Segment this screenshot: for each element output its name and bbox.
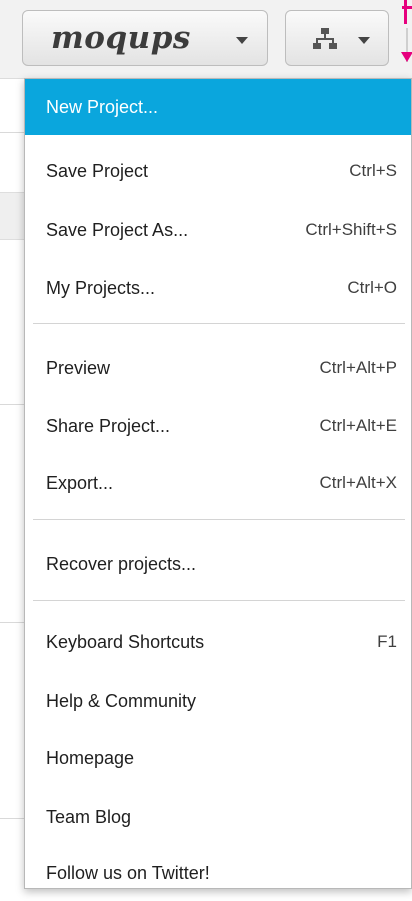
menu-item-label: Follow us on Twitter! — [46, 862, 210, 883]
menu-item-label: Export... — [46, 472, 114, 493]
menu-item-label: Help & Community — [46, 690, 197, 711]
menu-item-label: Save Project As... — [46, 219, 189, 240]
menu-item-keyboard-shortcuts[interactable]: Keyboard Shortcuts F1 — [25, 614, 411, 670]
annotation-marker — [402, 6, 412, 9]
menu-item-label: Team Blog — [46, 806, 132, 827]
menu-item-label: New Project... — [46, 96, 159, 117]
menu-item-label: Save Project — [46, 160, 149, 181]
menu-item-label: Share Project... — [46, 415, 171, 436]
background-divider — [0, 622, 24, 623]
menu-item-export[interactable]: Export... Ctrl+Alt+X — [25, 455, 411, 511]
menu-item-label: Homepage — [46, 747, 135, 768]
menu-item-homepage[interactable]: Homepage — [25, 730, 411, 786]
menu-item-team-blog[interactable]: Team Blog — [25, 789, 411, 845]
main-menu-button[interactable]: moqups — [22, 10, 268, 66]
background-divider — [0, 818, 24, 819]
annotation-marker — [404, 0, 407, 24]
menu-item-shortcut: Ctrl+Alt+P — [319, 358, 397, 377]
project-dropdown-menu: New Project... Save Project Ctrl+S Save … — [24, 78, 412, 889]
background-divider — [0, 132, 24, 133]
menu-item-follow-twitter[interactable]: Follow us on Twitter! — [25, 845, 411, 901]
menu-item-label: My Projects... — [46, 277, 156, 298]
menu-item-label: Recover projects... — [46, 553, 197, 574]
app-logo: moqups — [51, 20, 191, 56]
menu-separator — [33, 323, 405, 324]
menu-item-shortcut: Ctrl+Shift+S — [305, 220, 397, 239]
menu-item-my-projects[interactable]: My Projects... Ctrl+O — [25, 260, 411, 316]
menu-item-preview[interactable]: Preview Ctrl+Alt+P — [25, 340, 411, 396]
menu-item-shortcut: Ctrl+Alt+X — [319, 473, 397, 492]
menu-separator — [33, 519, 405, 520]
menu-item-shortcut: Ctrl+S — [349, 161, 397, 180]
menu-item-save-project-as[interactable]: Save Project As... Ctrl+Shift+S — [25, 202, 411, 258]
menu-item-shortcut: Ctrl+O — [347, 278, 397, 297]
menu-separator — [33, 600, 405, 601]
background-divider — [0, 404, 24, 405]
menu-item-share-project[interactable]: Share Project... Ctrl+Alt+E — [25, 398, 411, 454]
menu-item-recover-projects[interactable]: Recover projects... — [25, 536, 411, 592]
menu-item-shortcut: F1 — [377, 632, 397, 651]
sitemap-menu-button[interactable] — [285, 10, 389, 66]
chevron-down-icon — [358, 37, 370, 44]
menu-item-shortcut: Ctrl+Alt+E — [319, 416, 397, 435]
sitemap-icon — [313, 28, 337, 49]
menu-item-label: Keyboard Shortcuts — [46, 631, 205, 652]
annotation-arrow-icon — [401, 52, 412, 62]
chevron-down-icon — [236, 37, 248, 44]
menu-item-label: Preview — [46, 357, 111, 378]
menu-item-save-project[interactable]: Save Project Ctrl+S — [25, 143, 411, 199]
menu-item-help-community[interactable]: Help & Community — [25, 673, 411, 729]
menu-item-new-project[interactable]: New Project... — [25, 79, 411, 135]
